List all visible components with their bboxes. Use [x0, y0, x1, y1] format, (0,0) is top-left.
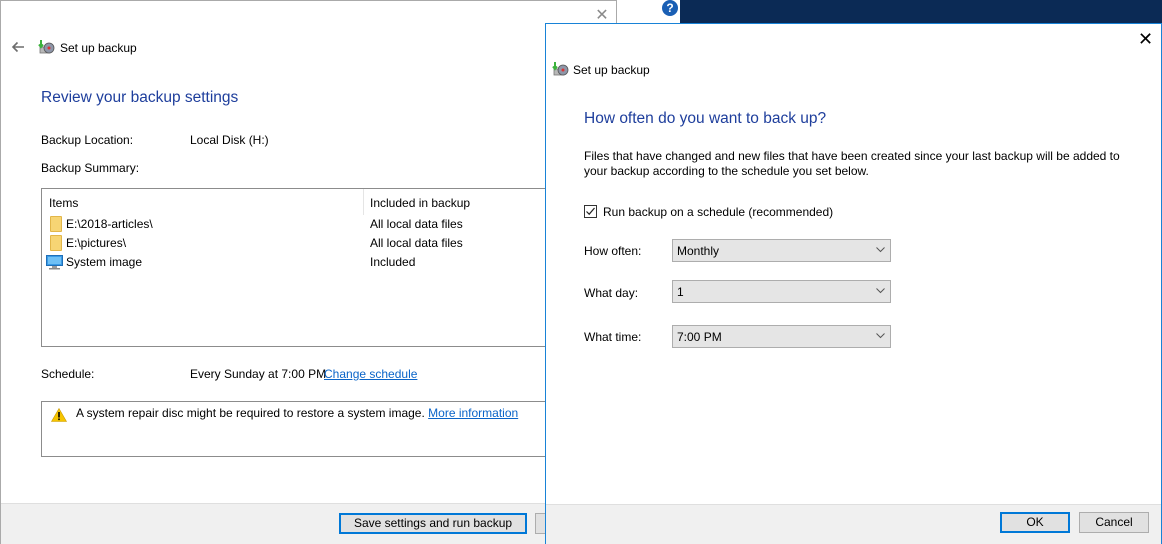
cancel-button[interactable]: Cancel [1079, 512, 1149, 533]
dialog-footer: OK Cancel [546, 504, 1161, 544]
table-row[interactable]: System image Included [46, 253, 556, 272]
chevron-down-icon [876, 333, 885, 339]
table-row[interactable]: E:\2018-articles\ All local data files [46, 215, 556, 234]
close-icon[interactable]: ✕ [595, 8, 609, 24]
warning-text: A system repair disc might be required t… [76, 406, 425, 420]
description-line-1: Files that have changed and new files th… [584, 149, 1120, 163]
description-line-2: your backup according to the schedule yo… [584, 164, 869, 178]
what-time-value: 7:00 PM [677, 330, 722, 344]
schedule-dialog: ✕ Set up backup How often do you want to… [545, 23, 1162, 544]
dialog-title: Set up backup [573, 63, 650, 77]
ok-button[interactable]: OK [1000, 512, 1070, 533]
warning-icon [51, 408, 67, 422]
more-information-link[interactable]: More information [428, 406, 518, 420]
item-name: System image [66, 255, 143, 269]
warning-box: A system repair disc might be required t… [41, 401, 561, 457]
folder-icon [50, 235, 62, 251]
backup-app-icon [38, 40, 55, 54]
run-on-schedule-label[interactable]: Run backup on a schedule (recommended) [603, 205, 833, 219]
what-time-label: What time: [584, 330, 642, 344]
schedule-value: Every Sunday at 7:00 PM [190, 367, 327, 381]
monitor-icon [46, 255, 63, 270]
folder-icon [50, 216, 62, 232]
what-day-label: What day: [584, 286, 639, 300]
save-and-run-backup-button[interactable]: Save settings and run backup [339, 513, 527, 534]
back-arrow-icon[interactable] [10, 39, 26, 55]
dialog-heading: How often do you want to back up? [584, 110, 827, 127]
item-name: E:\2018-articles\ [66, 217, 153, 231]
change-schedule-link[interactable]: Change schedule [324, 367, 417, 381]
how-often-dropdown[interactable]: Monthly [672, 239, 891, 262]
item-included: All local data files [370, 236, 463, 250]
checkmark-icon [586, 207, 595, 216]
what-time-dropdown[interactable]: 7:00 PM [672, 325, 891, 348]
item-included: Included [370, 255, 416, 269]
chevron-down-icon [876, 247, 885, 253]
backup-location-label: Backup Location: [41, 133, 134, 147]
chevron-down-icon [876, 288, 885, 294]
setup-backup-review-window: ✕ Set up backup Review your backup setti… [0, 0, 618, 544]
item-name: E:\pictures\ [66, 236, 127, 250]
backup-summary-label: Backup Summary: [41, 161, 140, 175]
item-included: All local data files [370, 217, 463, 231]
column-separator [363, 189, 364, 215]
table-row[interactable]: E:\pictures\ All local data files [46, 234, 556, 253]
column-header-items[interactable]: Items [49, 196, 78, 210]
column-header-included[interactable]: Included in backup [370, 196, 470, 210]
how-often-label: How often: [584, 244, 642, 258]
close-icon[interactable]: ✕ [1138, 30, 1153, 48]
backup-summary-list[interactable]: Items Included in backup E:\2018-article… [41, 188, 561, 347]
page-heading: Review your backup settings [41, 89, 239, 106]
window-footer: Save settings and run backup [1, 503, 618, 544]
window-title: Set up backup [60, 41, 137, 55]
how-often-value: Monthly [677, 244, 720, 258]
schedule-label: Schedule: [41, 367, 95, 381]
what-day-dropdown[interactable]: 1 [672, 280, 891, 303]
help-icon[interactable]: ? [662, 0, 678, 16]
backup-location-value: Local Disk (H:) [190, 133, 269, 147]
backup-app-icon [552, 62, 569, 76]
what-day-value: 1 [677, 285, 684, 299]
run-on-schedule-checkbox[interactable] [584, 205, 597, 218]
